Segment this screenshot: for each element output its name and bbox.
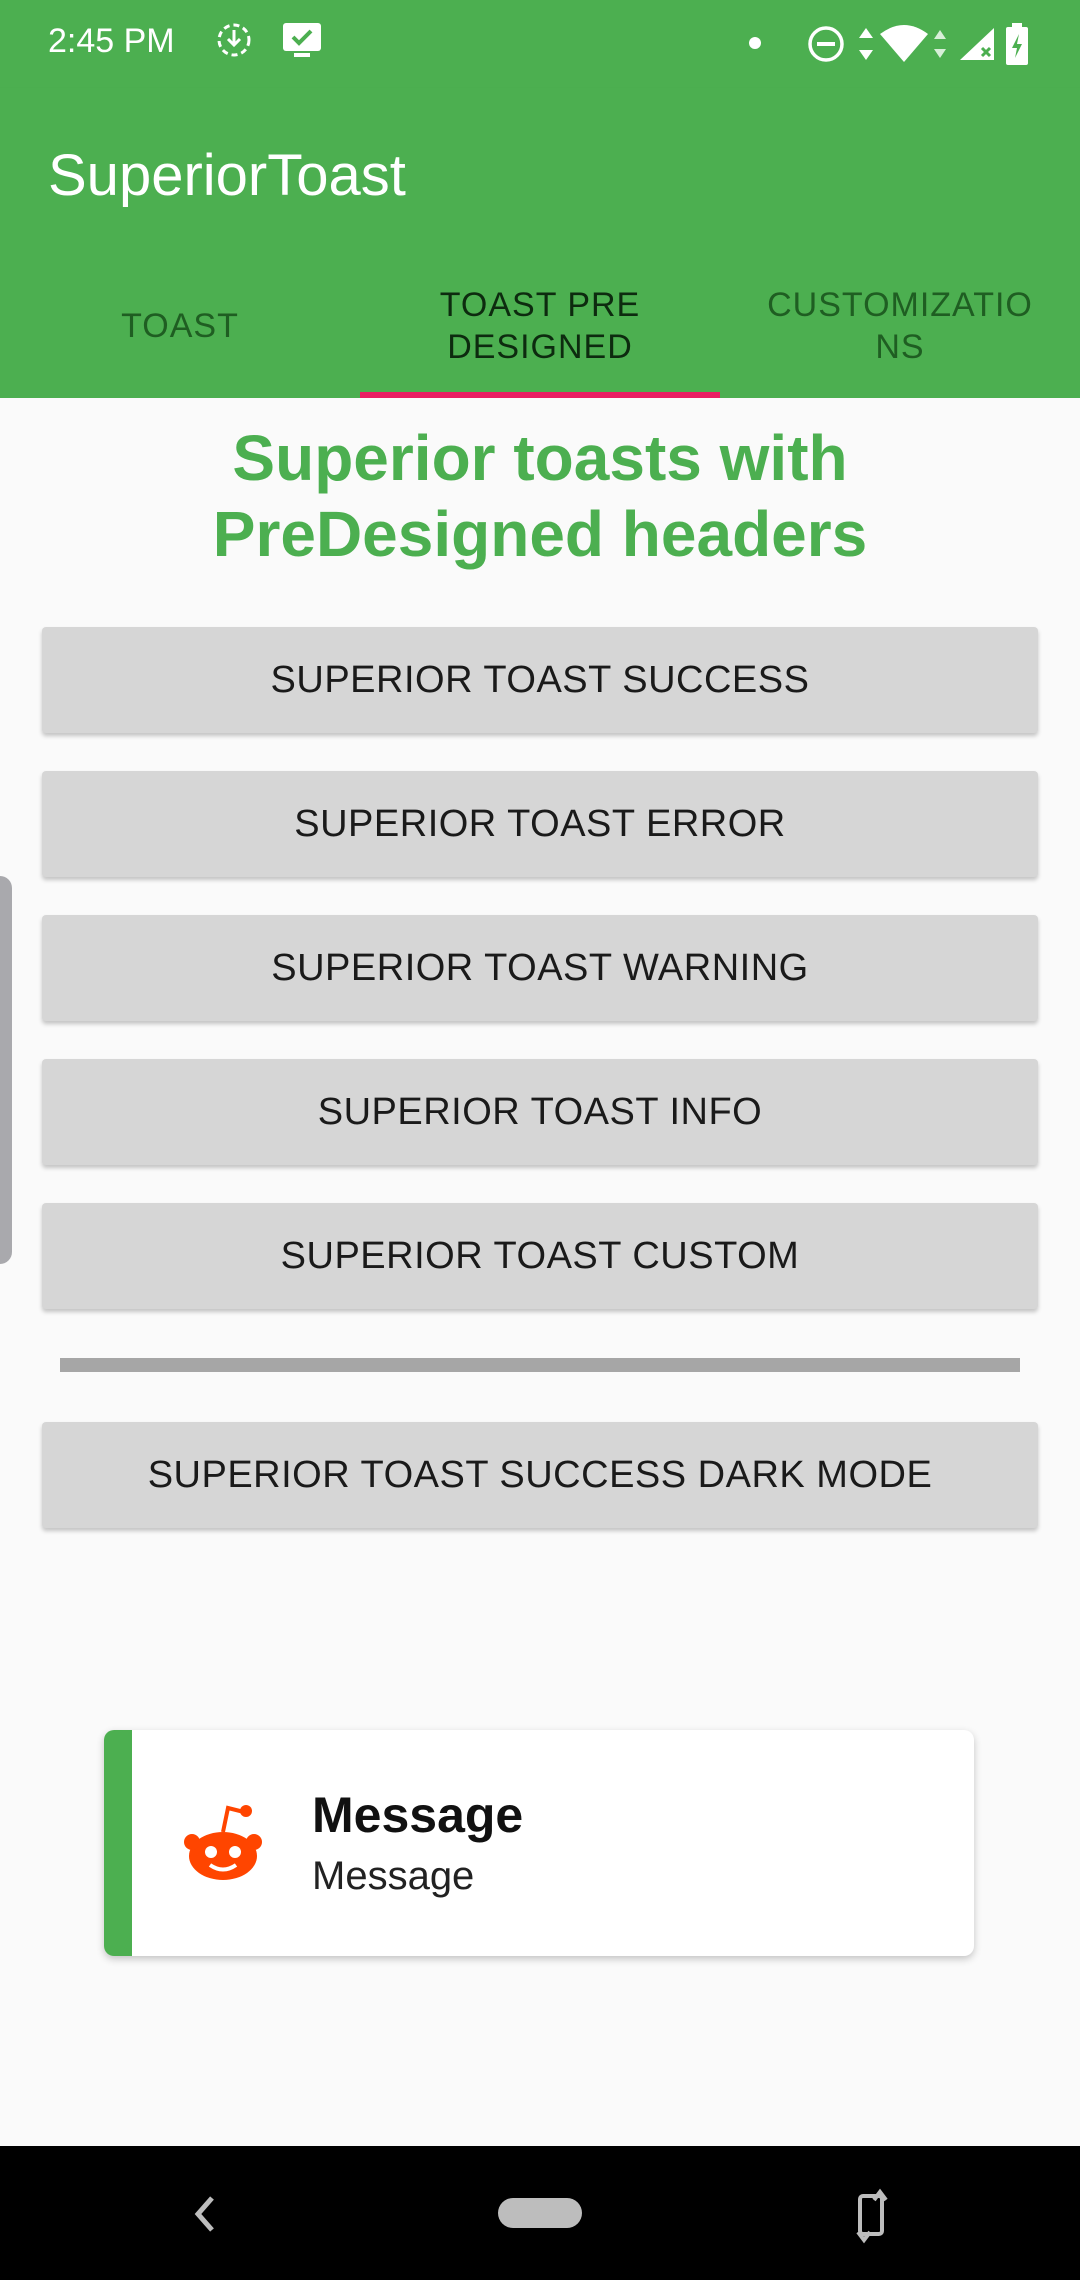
status-time: 2:45 PM	[48, 22, 175, 60]
superior-toast-info-button[interactable]: SUPERIOR TOAST INFO	[42, 1059, 1038, 1165]
data-arrows-icon	[932, 24, 948, 69]
toast-title: Message	[312, 1787, 524, 1843]
data-arrows-icon	[856, 24, 876, 69]
tab-customizations[interactable]: CUSTOMIZATIONS	[720, 254, 1080, 398]
home-pill-button[interactable]	[498, 2198, 582, 2228]
tab-label: CUSTOMIZATIONS	[767, 286, 1033, 366]
tab-toast-pre-designed[interactable]: TOAST PRE DESIGNED	[360, 254, 720, 398]
toast-message: Message	[312, 1854, 475, 1898]
download-icon	[214, 20, 254, 65]
rotate-icon[interactable]	[850, 2188, 894, 2249]
tab-bar: TOAST TOAST PRE DESIGNED CUSTOMIZATIONS	[0, 254, 1080, 398]
screen-icon	[280, 20, 324, 65]
tab-indicator	[360, 392, 720, 398]
superior-toast-custom-button[interactable]: SUPERIOR TOAST CUSTOM	[42, 1203, 1038, 1309]
page-heading: Superior toasts with PreDesigned headers	[212, 422, 868, 570]
superior-toast-error-button[interactable]: SUPERIOR TOAST ERROR	[42, 771, 1038, 877]
toast-popup: Message Message	[104, 1730, 974, 1956]
dot-icon	[748, 36, 762, 55]
status-bar: 2:45 PM	[0, 0, 1080, 88]
tab-toast[interactable]: TOAST	[0, 254, 360, 398]
reddit-icon	[178, 1798, 268, 1893]
battery-icon	[1004, 22, 1030, 71]
back-icon[interactable]	[190, 2190, 220, 2243]
tab-label: TOAST PRE DESIGNED	[439, 286, 641, 366]
toast-accent-bar	[104, 1730, 132, 1956]
wifi-icon	[878, 24, 930, 69]
divider	[60, 1358, 1020, 1372]
dnd-icon	[806, 24, 846, 69]
app-title: SuperiorToast	[48, 143, 406, 208]
navigation-bar	[0, 2146, 1080, 2280]
superior-toast-warning-button[interactable]: SUPERIOR TOAST WARNING	[42, 915, 1038, 1021]
tab-label: TOAST	[121, 307, 239, 345]
app-bar: SuperiorToast	[0, 88, 1080, 254]
superior-toast-success-button[interactable]: SUPERIOR TOAST SUCCESS	[42, 627, 1038, 733]
signal-icon	[958, 26, 998, 67]
edge-handle[interactable]	[0, 876, 12, 1264]
superior-toast-success-dark-mode-button[interactable]: SUPERIOR TOAST SUCCESS DARK MODE	[42, 1422, 1038, 1528]
